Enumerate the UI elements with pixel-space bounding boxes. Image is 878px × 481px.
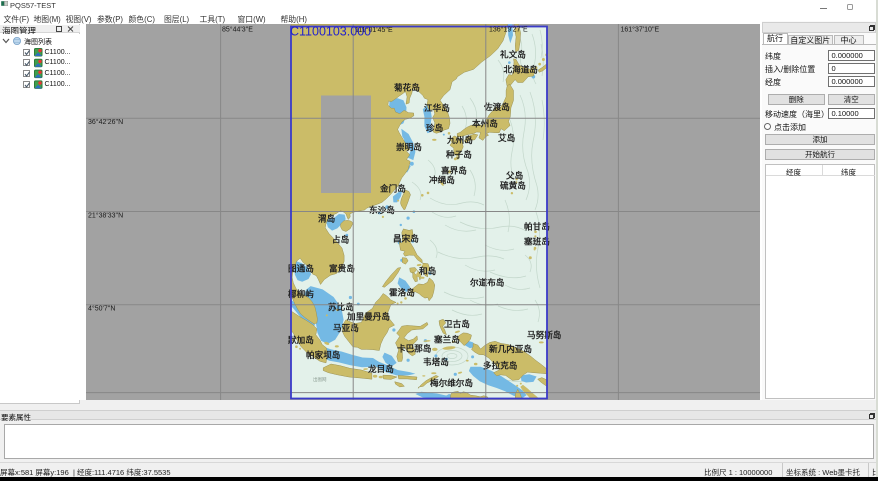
svg-text:马亚岛: 马亚岛 <box>333 322 359 333</box>
svg-text:富贵岛: 富贵岛 <box>329 263 355 274</box>
svg-text:梅尔维尔岛: 梅尔维尔岛 <box>430 377 473 388</box>
svg-text:尔道布岛: 尔道布岛 <box>470 277 505 288</box>
svg-text:85°44'3''E: 85°44'3''E <box>222 26 253 34</box>
svg-text:龙目岛: 龙目岛 <box>367 363 394 374</box>
svg-text:新几内亚岛: 新几内亚岛 <box>489 343 532 354</box>
svg-text:喜界岛: 喜界岛 <box>441 165 467 176</box>
svg-text:卫古岛: 卫古岛 <box>444 318 470 329</box>
svg-text:佐渡岛: 佐渡岛 <box>483 101 510 112</box>
svg-text:卡巴那岛: 卡巴那岛 <box>397 343 432 354</box>
svg-text:艾岛: 艾岛 <box>498 132 516 143</box>
svg-text:占岛: 占岛 <box>332 234 350 245</box>
svg-text:出图网: 出图网 <box>313 376 327 383</box>
svg-text:冲绳岛: 冲绳岛 <box>429 174 455 185</box>
svg-text:父岛: 父岛 <box>505 170 524 181</box>
svg-text:九州岛: 九州岛 <box>446 134 473 145</box>
svg-text:北海道岛: 北海道岛 <box>504 64 539 75</box>
svg-text:东沙岛: 东沙岛 <box>369 204 395 215</box>
svg-text:加里曼丹岛: 加里曼丹岛 <box>346 311 390 322</box>
svg-text:和岛: 和岛 <box>418 265 437 276</box>
svg-text:昌宋岛: 昌宋岛 <box>393 233 419 244</box>
svg-text:崇明岛: 崇明岛 <box>396 141 422 152</box>
svg-text:本州岛: 本州岛 <box>472 118 498 129</box>
svg-text:金门岛: 金门岛 <box>379 183 406 194</box>
svg-text:帕家坝岛: 帕家坝岛 <box>306 349 341 360</box>
svg-text:4°50'7''N: 4°50'7''N <box>88 305 115 313</box>
svg-text:菊花岛: 菊花岛 <box>393 82 420 93</box>
svg-text:霍洛岛: 霍洛岛 <box>389 287 415 298</box>
svg-text:136°19'27''E: 136°19'27''E <box>489 26 528 34</box>
svg-text:珍岛: 珍岛 <box>426 122 444 133</box>
svg-text:C1100103.000: C1100103.000 <box>290 25 371 39</box>
svg-text:韦塔岛: 韦塔岛 <box>423 356 449 367</box>
svg-text:默加岛: 默加岛 <box>288 334 314 345</box>
svg-text:多拉克岛: 多拉克岛 <box>483 360 518 371</box>
svg-text:塞兰岛: 塞兰岛 <box>433 334 460 345</box>
svg-text:36°42'26''N: 36°42'26''N <box>88 118 123 126</box>
svg-text:硫黄岛: 硫黄岛 <box>500 180 526 191</box>
svg-text:椰柳屿: 椰柳屿 <box>288 288 314 299</box>
svg-text:苏比岛: 苏比岛 <box>328 301 354 312</box>
svg-text:21°38'33''N: 21°38'33''N <box>88 211 123 219</box>
svg-text:种子岛: 种子岛 <box>445 149 472 160</box>
svg-text:图通岛: 图通岛 <box>288 263 314 274</box>
svg-text:161°37'10''E: 161°37'10''E <box>621 26 660 34</box>
svg-text:渭岛: 渭岛 <box>318 213 336 224</box>
svg-text:江华岛: 江华岛 <box>424 102 450 113</box>
svg-text:马努斯岛: 马努斯岛 <box>527 329 562 340</box>
svg-text:礼文岛: 礼文岛 <box>500 49 526 60</box>
